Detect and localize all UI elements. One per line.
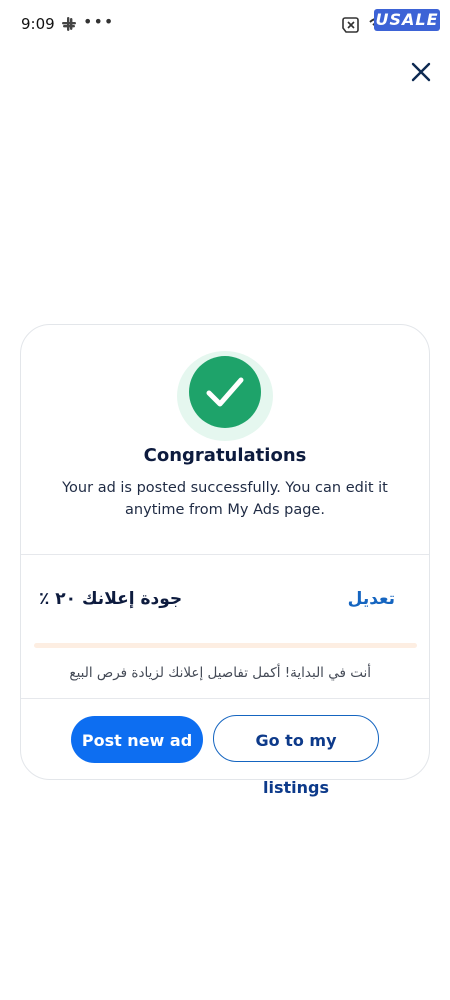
no-sim-icon xyxy=(342,17,360,37)
ad-quality-progress xyxy=(34,643,417,648)
divider xyxy=(21,698,429,699)
divider xyxy=(21,554,429,555)
success-message: Your ad is posted successfully. You can … xyxy=(62,480,388,518)
post-new-ad-button[interactable]: Post new ad xyxy=(71,716,203,763)
status-bar: 9:09 ••• USALE xyxy=(0,0,450,50)
slack-icon xyxy=(62,16,76,35)
success-title: Congratulations xyxy=(143,445,307,466)
success-card: Congratulations Your ad is posted succes… xyxy=(20,324,430,797)
more-notifications-icon: ••• xyxy=(83,12,115,31)
usale-logo: USALE xyxy=(374,9,440,31)
go-to-listings-button[interactable]: Go to my listings xyxy=(213,715,379,797)
checkmark-icon xyxy=(189,356,261,428)
edit-ad-link[interactable]: تعديل xyxy=(348,589,395,609)
close-icon[interactable] xyxy=(409,60,433,84)
status-time: 9:09 xyxy=(21,15,55,33)
ad-quality-label: جودة إعلانك ٢٠ ٪ xyxy=(39,589,183,609)
ad-quality-tip: أنت في البداية! أكمل تفاصيل إعلانك لزياد… xyxy=(69,665,371,681)
